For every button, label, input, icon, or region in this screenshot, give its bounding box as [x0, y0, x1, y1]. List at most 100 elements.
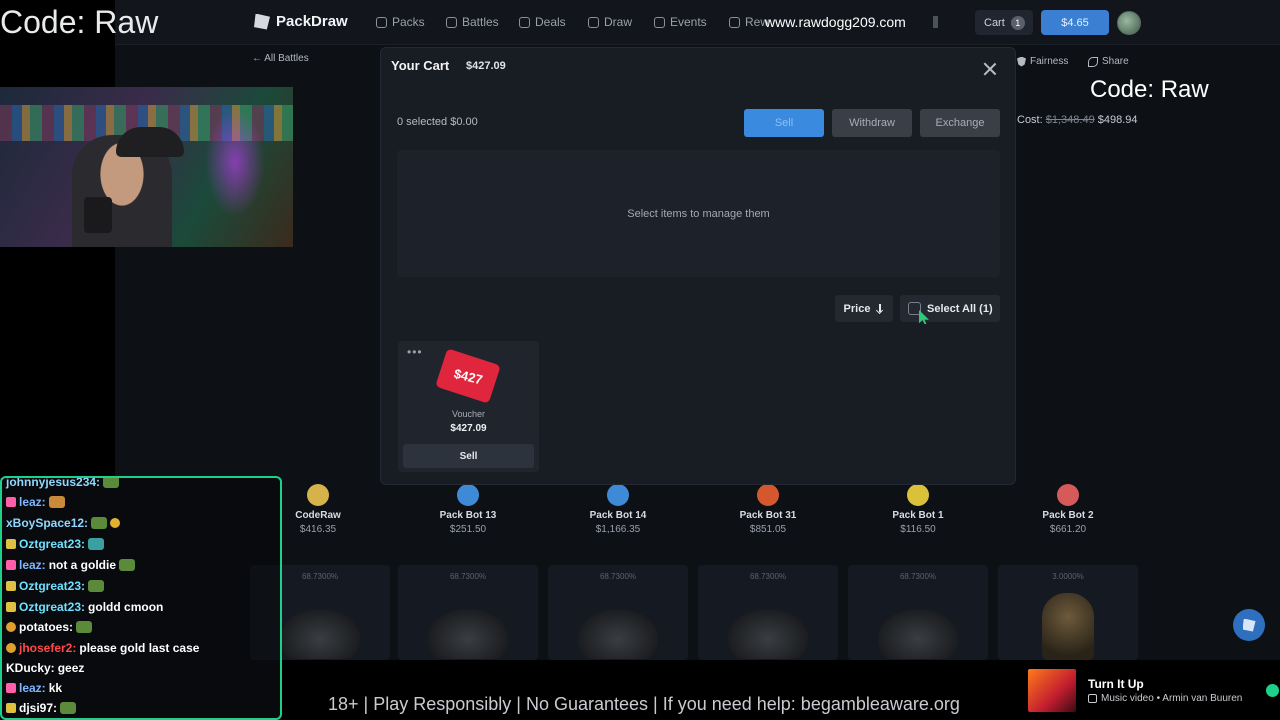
drop-chance: 68.7300%: [449, 572, 487, 581]
packdraw-logo-icon: [1242, 618, 1256, 632]
player-name: Pack Bot 31: [739, 510, 797, 521]
chat-username: leaz:: [19, 681, 46, 695]
chat-message: johnnyjesus234:: [6, 478, 120, 492]
fairness-link[interactable]: Fairness: [1017, 56, 1068, 67]
swords-icon: [446, 16, 457, 28]
chat-message: djsi97:: [6, 698, 77, 718]
exchange-button[interactable]: Exchange: [920, 109, 1000, 137]
webcam-feed: [0, 87, 293, 247]
chat-username: leaz:: [19, 495, 46, 509]
track-artist: Music video • Armin van Buuren: [1101, 693, 1243, 704]
draw-icon: [588, 16, 599, 28]
reel-slot: 3.0000%: [998, 565, 1138, 660]
player-bot-31: Pack Bot 31 $851.05: [708, 478, 828, 535]
cost-label: Cost:: [1017, 114, 1043, 126]
more-options-icon[interactable]: •••: [407, 345, 423, 359]
nav-deals[interactable]: Deals: [519, 15, 566, 29]
chat-badge-icon: [6, 683, 16, 693]
select-all-label: Select All (1): [927, 302, 993, 315]
nav-draw[interactable]: Draw: [588, 15, 632, 29]
chat-text: goldd cmoon: [88, 600, 164, 614]
all-battles-link[interactable]: ← All Battles: [252, 53, 309, 64]
coal-item-image: [878, 609, 958, 659]
chat-message: Oztgreat23: goldd cmoon: [6, 597, 163, 617]
nav-rewards[interactable]: Rew: [729, 15, 769, 29]
chat-message: leaz:: [6, 492, 65, 512]
battle-players-row: CodeRaw $416.35 Pack Bot 13 $251.50 Pack B…: [280, 478, 1280, 568]
brand-name: PackDraw: [276, 13, 348, 30]
player-name: Pack Bot 13: [439, 510, 497, 521]
select-all-button[interactable]: Select All (1): [900, 295, 1000, 322]
share-link[interactable]: Share: [1088, 56, 1129, 67]
chat-username: xBoySpace12:: [6, 516, 89, 530]
track-title: Turn It Up: [1088, 677, 1144, 691]
coal-item-image: [578, 609, 658, 659]
chat-text: geez: [57, 661, 85, 675]
withdraw-button[interactable]: Withdraw: [832, 109, 912, 137]
balance-button[interactable]: $4.65: [1041, 10, 1109, 35]
webcam-light: [205, 107, 265, 217]
streamer-url: www.rawdogg209.com: [765, 14, 906, 30]
item-sell-button[interactable]: Sell: [403, 444, 534, 468]
back-link-label: All Battles: [264, 53, 309, 64]
battle-cost: Cost: $1,348.49 $498.94: [1017, 114, 1138, 126]
player-bot-1: Pack Bot 1 $116.50: [858, 478, 978, 535]
cart-button[interactable]: Cart 1: [975, 10, 1033, 35]
close-icon[interactable]: [983, 62, 997, 76]
cost-old: $1,348.49: [1045, 114, 1095, 126]
emote-icon: [91, 517, 108, 529]
brand-logo[interactable]: PackDraw: [254, 13, 348, 30]
shield-icon: [1017, 56, 1026, 67]
sell-button[interactable]: Sell: [744, 109, 824, 137]
disclaimer-text: 18+ | Play Responsibly | No Guarantees |…: [328, 694, 960, 714]
player-bot-2: Pack Bot 2 $661.20: [1008, 478, 1128, 535]
album-art: [1028, 669, 1076, 712]
emote-icon: [88, 538, 105, 550]
nav-label: Deals: [535, 15, 566, 29]
reel-slot: 68.7300%: [548, 565, 688, 660]
chat-text: not a goldie: [48, 558, 117, 572]
nav-label: Battles: [462, 15, 499, 29]
nav-label: Draw: [604, 15, 633, 29]
bot-avatar: [1057, 484, 1079, 506]
user-avatar[interactable]: [1117, 11, 1141, 35]
item-price: $427.09: [450, 423, 487, 434]
chat-username: leaz:: [19, 558, 46, 572]
chat-badge-icon: [6, 581, 16, 591]
coal-item-image: [728, 609, 808, 659]
chat-message: KDucky: geez: [6, 658, 84, 678]
emote-icon: [103, 478, 120, 488]
events-icon: [654, 16, 665, 28]
emote-icon: [76, 621, 92, 633]
chat-username: jhosefer2:: [19, 641, 77, 655]
cart-modal: Your Cart $427.09 0 selected $0.00 Sell …: [380, 47, 1016, 485]
chat-badge-icon: [6, 539, 16, 549]
bot-avatar: [757, 484, 779, 506]
nav-packs[interactable]: Packs: [376, 15, 425, 29]
cart-count-badge: 1: [1010, 15, 1025, 30]
player-name: Pack Bot 2: [1042, 510, 1094, 521]
floating-action-button[interactable]: [1233, 609, 1265, 641]
drop-chance: 68.7300%: [899, 572, 937, 581]
coal-item-image: [280, 609, 360, 659]
nav-battles[interactable]: Battles: [446, 15, 499, 29]
chat-text: please gold last case: [79, 641, 200, 655]
nav-label: Events: [670, 15, 707, 29]
chat-badge-icon: [6, 703, 16, 713]
chat-username: djsi97:: [19, 701, 58, 715]
cart-item-card[interactable]: ••• $427 Voucher $427.09 Sell: [398, 341, 539, 472]
chat-badge-icon: [6, 602, 16, 612]
emote-icon: [60, 702, 77, 714]
nav-events[interactable]: Events: [654, 15, 707, 29]
drop-chance: 68.7300%: [749, 572, 787, 581]
price-sort-button[interactable]: Price: [835, 295, 893, 322]
player-avatar: [307, 484, 329, 506]
volume-icon[interactable]: [933, 16, 945, 28]
nav-label: Packs: [392, 15, 425, 29]
chat-username: Oztgreat23:: [19, 537, 86, 551]
chat-username: Oztgreat23:: [19, 579, 86, 593]
empty-message: Select items to manage them: [627, 207, 770, 220]
player-value: $1,166.35: [595, 524, 641, 535]
selection-summary: 0 selected $0.00: [397, 116, 478, 128]
sort-label: Price: [843, 302, 871, 315]
